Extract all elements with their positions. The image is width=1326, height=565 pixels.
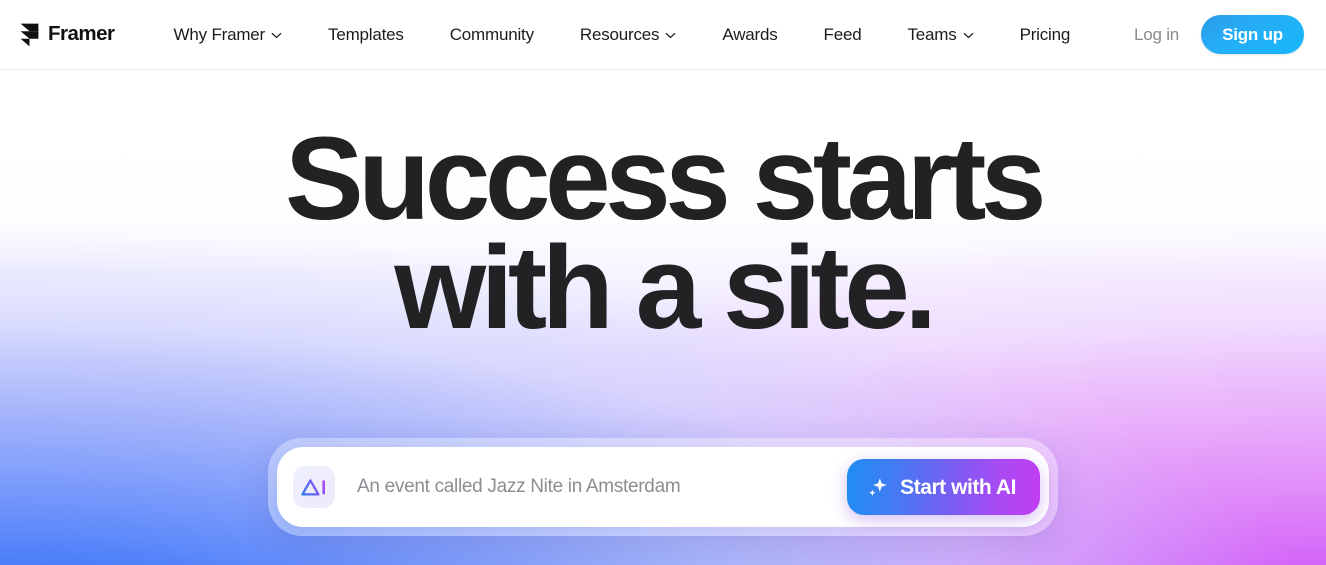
nav-link-label: Community	[449, 25, 534, 44]
framer-logo-icon	[20, 23, 39, 46]
framer-landing-page: Framer Why Framer Templates Community Re…	[0, 0, 1326, 565]
nav-links-group: Why Framer Templates Community Resources…	[151, 18, 1116, 51]
nav-link-community[interactable]: Community	[427, 18, 557, 51]
nav-link-label: Resources	[579, 25, 660, 44]
nav-link-label: Teams	[907, 25, 957, 44]
login-link[interactable]: Log in	[1116, 18, 1197, 51]
nav-link-label: Awards	[722, 25, 778, 44]
sparkle-icon	[869, 477, 887, 496]
ai-prompt-bar-frame: Start with AI	[268, 438, 1058, 536]
hero-headline: Success starts with a site.	[284, 113, 1047, 354]
nav-link-templates[interactable]: Templates	[305, 18, 427, 51]
nav-link-label: Templates	[328, 25, 404, 44]
hero-section: Success starts with a site. An event cal…	[0, 70, 1326, 565]
nav-link-feed[interactable]: Feed	[801, 18, 885, 51]
chevron-down-icon	[271, 32, 282, 39]
hero-headline-line-1: Success starts	[284, 113, 1047, 245]
brand-name: Framer	[48, 22, 115, 46]
chevron-down-icon	[666, 32, 676, 39]
signup-button[interactable]: Sign up	[1201, 15, 1304, 54]
nav-link-label: Why Framer	[173, 25, 266, 44]
start-with-ai-button[interactable]: Start with AI	[847, 459, 1040, 515]
brand-home-link[interactable]: Framer	[20, 23, 115, 47]
nav-account-actions: Log in Sign up	[1116, 15, 1304, 54]
nav-link-resources[interactable]: Resources	[557, 18, 699, 51]
top-navigation-bar: Framer Why Framer Templates Community Re…	[0, 0, 1326, 70]
ai-logo-icon	[293, 466, 335, 508]
ai-prompt-input[interactable]	[335, 476, 848, 498]
nav-link-awards[interactable]: Awards	[699, 18, 800, 51]
nav-link-label: Feed	[823, 25, 862, 44]
start-with-ai-label: Start with AI	[900, 475, 1016, 499]
hero-headline-line-2: with a site.	[394, 221, 937, 354]
ai-prompt-bar[interactable]: Start with AI	[277, 447, 1049, 527]
nav-link-label: Pricing	[1019, 25, 1071, 44]
nav-link-pricing[interactable]: Pricing	[997, 18, 1094, 51]
nav-link-why-framer[interactable]: Why Framer	[151, 18, 306, 51]
nav-link-teams[interactable]: Teams	[885, 18, 997, 51]
chevron-down-icon	[963, 32, 973, 39]
